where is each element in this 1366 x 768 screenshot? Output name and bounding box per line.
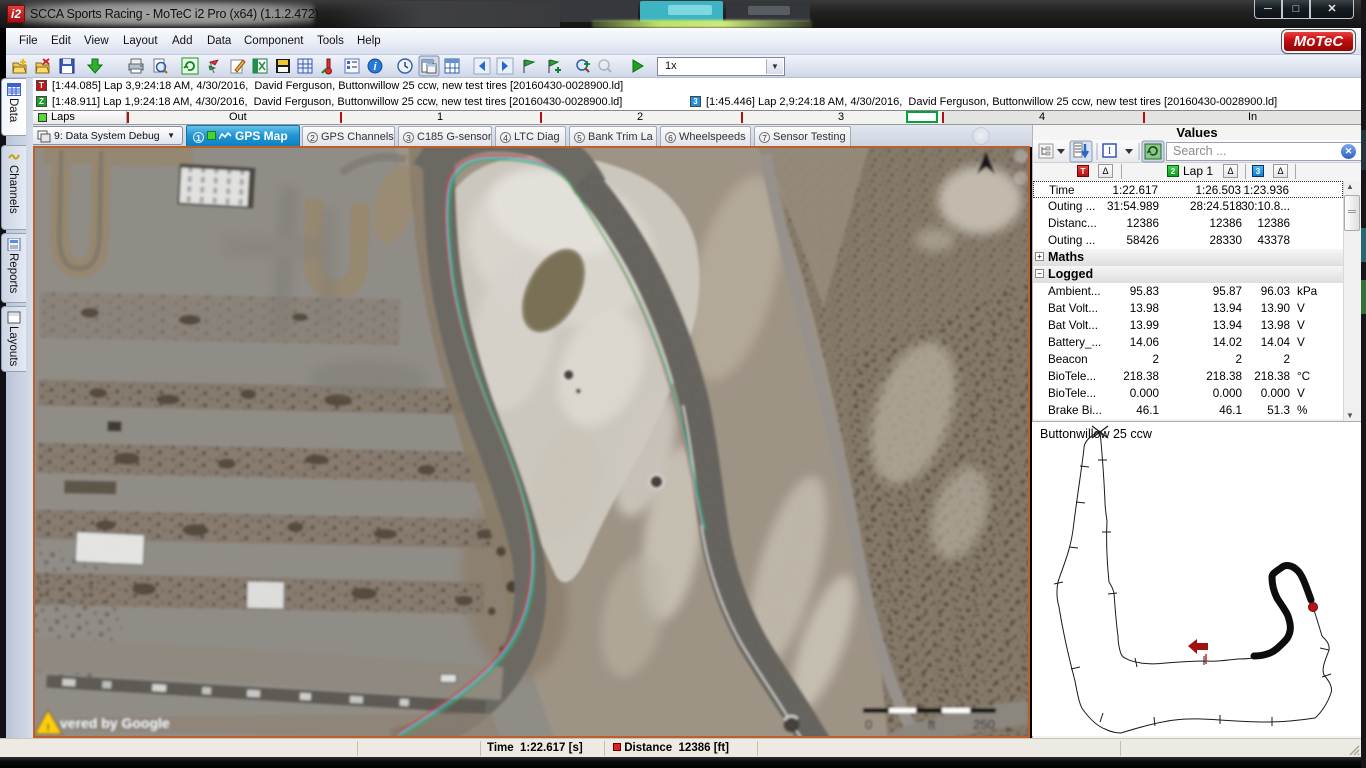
svg-text:I: I	[1108, 146, 1111, 157]
svg-text:0: 0	[865, 717, 872, 732]
svg-text:vered by Google: vered by Google	[60, 715, 170, 731]
svg-text:ft: ft	[928, 717, 936, 732]
svg-text:250: 250	[973, 717, 995, 732]
svg-text:!: !	[46, 723, 49, 734]
